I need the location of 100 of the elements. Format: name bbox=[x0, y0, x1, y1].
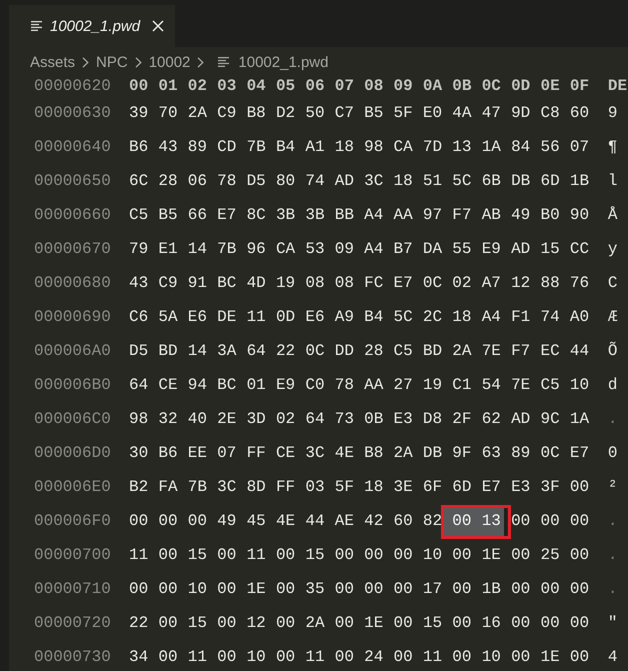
hex-byte: D8 bbox=[422, 410, 442, 430]
hex-byte: FA bbox=[158, 478, 178, 498]
hex-byte: 64 bbox=[129, 376, 148, 396]
hex-byte: 11 bbox=[129, 546, 148, 566]
breadcrumb-item[interactable]: 10002_1.pwd bbox=[218, 54, 328, 70]
hex-byte: 60 bbox=[570, 104, 590, 124]
hex-byte: 12 bbox=[246, 614, 266, 634]
hex-byte: 2A bbox=[188, 104, 207, 124]
hex-byte: 7D bbox=[422, 138, 442, 158]
hex-byte: 19 bbox=[422, 376, 442, 396]
editor-tab[interactable]: 10002_1.pwd bbox=[9, 5, 176, 47]
close-icon[interactable] bbox=[152, 20, 164, 32]
hex-byte: 10 bbox=[570, 376, 590, 396]
decoded-text: . bbox=[608, 512, 618, 532]
hex-byte: B7 bbox=[394, 240, 413, 260]
breadcrumb-item[interactable]: 10002 bbox=[148, 54, 190, 70]
chevron-right-icon bbox=[82, 56, 90, 68]
row-offset: 000006C0 bbox=[34, 410, 111, 430]
hex-byte: 4A bbox=[452, 104, 472, 124]
hex-byte: 3B bbox=[305, 206, 325, 226]
column-header: 03 bbox=[217, 77, 236, 97]
row-offset: 00000690 bbox=[34, 308, 111, 328]
hex-byte: CD bbox=[217, 138, 236, 158]
hex-byte: CE bbox=[158, 376, 178, 396]
hex-byte: C8 bbox=[540, 104, 560, 124]
hex-byte: 00 bbox=[570, 478, 590, 498]
column-header: 09 bbox=[394, 77, 413, 97]
hex-byte: 03 bbox=[305, 478, 325, 498]
hex-byte: 2A bbox=[305, 614, 325, 634]
hex-byte: DE bbox=[217, 308, 236, 328]
hex-byte: 34 bbox=[129, 648, 148, 668]
hex-byte: A4 bbox=[364, 240, 384, 260]
hex-byte: 11 bbox=[188, 648, 207, 668]
hex-byte: F7 bbox=[511, 342, 530, 362]
hex-byte: 88 bbox=[540, 274, 560, 294]
hex-byte: 6B bbox=[482, 172, 501, 192]
decoded-text: d bbox=[608, 376, 618, 396]
hex-byte: 3A bbox=[217, 342, 236, 362]
hex-byte: C9 bbox=[158, 274, 178, 294]
hex-byte: 3F bbox=[540, 478, 560, 498]
decoded-text: C bbox=[608, 274, 618, 294]
hex-byte: 73 bbox=[334, 410, 354, 430]
hex-byte: 3B bbox=[276, 206, 296, 226]
row-offset: 00000730 bbox=[34, 648, 111, 668]
hex-byte: 3C bbox=[217, 478, 236, 498]
hex-byte: E7 bbox=[570, 444, 590, 464]
hex-byte: 15 bbox=[188, 614, 207, 634]
hex-byte: 12 bbox=[511, 274, 530, 294]
hex-byte: D2 bbox=[276, 104, 296, 124]
hex-byte: 00 bbox=[158, 648, 178, 668]
row-offset: 000006F0 bbox=[34, 512, 111, 532]
hex-byte: E3 bbox=[394, 410, 413, 430]
hex-byte: 1E bbox=[540, 648, 560, 668]
decoded-text: 4 bbox=[608, 648, 618, 668]
column-header: 00 bbox=[129, 77, 148, 97]
hex-byte: BC bbox=[217, 376, 236, 396]
decoded-text: Å bbox=[608, 206, 618, 226]
hex-byte: 9C bbox=[540, 410, 560, 430]
hex-byte: FF bbox=[246, 444, 266, 464]
breadcrumb-item[interactable]: NPC bbox=[96, 54, 128, 70]
hex-byte: 32 bbox=[158, 410, 178, 430]
hex-byte: 5C bbox=[452, 172, 472, 192]
hex-byte: 98 bbox=[364, 138, 384, 158]
hex-byte: 17 bbox=[422, 580, 442, 600]
hex-byte: 9D bbox=[511, 104, 530, 124]
hex-byte: C5 bbox=[540, 376, 560, 396]
hex-byte: 07 bbox=[217, 444, 236, 464]
hex-byte: 09 bbox=[334, 240, 354, 260]
hex-byte: 9F bbox=[452, 444, 472, 464]
hex-byte: 1E bbox=[246, 580, 266, 600]
decoded-text: 0 bbox=[608, 444, 618, 464]
hex-byte: E9 bbox=[482, 240, 501, 260]
hex-byte: 3C bbox=[305, 444, 325, 464]
row-offset: 00000720 bbox=[34, 614, 111, 634]
hex-byte: 00 bbox=[452, 546, 472, 566]
hex-byte: 8D bbox=[246, 478, 266, 498]
hex-byte: 63 bbox=[482, 444, 501, 464]
hex-byte: 0C bbox=[305, 342, 325, 362]
row-offset: 000006A0 bbox=[34, 342, 111, 362]
breadcrumb-item[interactable]: Assets bbox=[30, 54, 76, 70]
hex-byte: 11 bbox=[305, 648, 325, 668]
hex-byte: 13 bbox=[452, 138, 472, 158]
hex-byte: 5F bbox=[334, 478, 354, 498]
decoded-text: y bbox=[608, 240, 618, 260]
hex-byte: B5 bbox=[158, 206, 178, 226]
hex-byte: 2F bbox=[452, 410, 472, 430]
hex-byte: 00 bbox=[276, 648, 296, 668]
hex-byte: 00 bbox=[540, 512, 560, 532]
hex-byte: DB bbox=[511, 172, 530, 192]
hex-byte: 5F bbox=[394, 104, 413, 124]
hex-byte: 7B bbox=[188, 478, 207, 498]
hex-byte: A4 bbox=[482, 308, 501, 328]
hex-byte: B6 bbox=[129, 138, 148, 158]
hex-byte: 00 bbox=[570, 546, 590, 566]
hex-byte: 00 bbox=[394, 546, 413, 566]
hex-byte: 25 bbox=[540, 546, 560, 566]
hex-byte: 66 bbox=[188, 206, 207, 226]
hex-byte: 1A bbox=[570, 410, 590, 430]
hex-byte: C0 bbox=[305, 376, 325, 396]
hex-byte: 27 bbox=[394, 376, 413, 396]
